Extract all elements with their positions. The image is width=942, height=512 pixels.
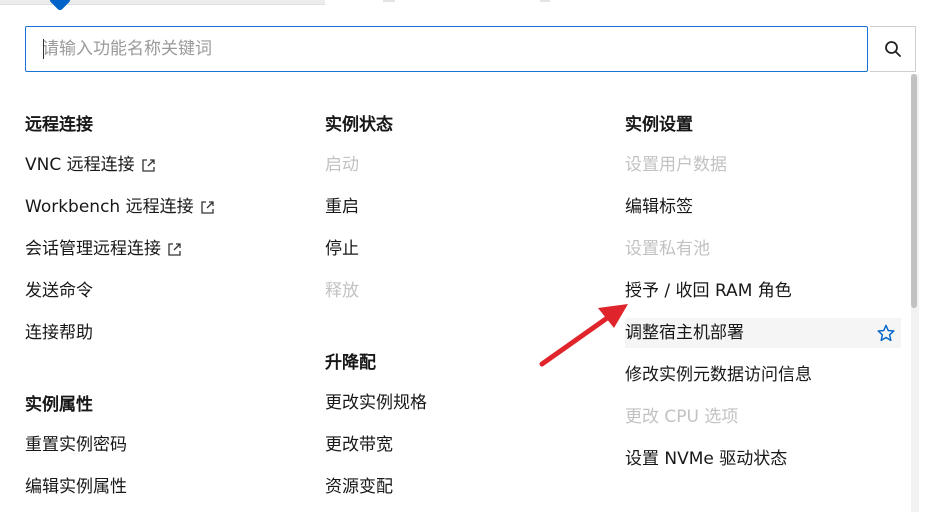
external-link-icon — [168, 243, 181, 256]
text-cursor — [43, 39, 44, 59]
menu-item-restart[interactable]: 重启 — [325, 192, 359, 222]
top-divider — [383, 0, 395, 2]
group-heading-upgrade-downgrade: 升降配 — [325, 353, 376, 373]
search-bar — [25, 26, 916, 72]
annotation-arrow — [539, 304, 628, 367]
group-heading-instance-state: 实例状态 — [325, 115, 393, 135]
menu-item-ram-role[interactable]: 授予 / 收回 RAM 角色 — [625, 276, 792, 306]
search-input[interactable] — [25, 26, 868, 72]
menu-item-edit-tags[interactable]: 编辑标签 — [625, 192, 693, 222]
menu-item-send-command[interactable]: 发送命令 — [25, 276, 93, 306]
menu-item-change-bandwidth[interactable]: 更改带宽 — [325, 430, 393, 460]
group-heading-instance-properties: 实例属性 — [25, 395, 93, 415]
menu-item-connect-help[interactable]: 连接帮助 — [25, 318, 93, 348]
menu-item-nvme-driver[interactable]: 设置 NVMe 驱动状态 — [625, 444, 787, 474]
menu-item-modify-metadata-access[interactable]: 修改实例元数据访问信息 — [625, 360, 812, 390]
menu-item-change-spec[interactable]: 更改实例规格 — [325, 388, 427, 418]
menu-item-workbench[interactable]: Workbench 远程连接 — [25, 192, 215, 222]
group-heading-remote-connect: 远程连接 — [25, 115, 93, 135]
menu-item-resource-change[interactable]: 资源变配 — [325, 472, 393, 502]
search-button[interactable] — [870, 26, 916, 72]
group-heading-instance-settings: 实例设置 — [625, 115, 693, 135]
menu-item-vnc[interactable]: VNC 远程连接 — [25, 150, 156, 180]
menu-item-stop[interactable]: 停止 — [325, 234, 359, 264]
menu-item-start: 启动 — [325, 155, 359, 175]
scrollbar-thumb[interactable] — [911, 74, 917, 308]
star-outline-icon[interactable] — [877, 324, 895, 342]
menu-item-label: VNC 远程连接 — [25, 155, 135, 175]
menu-item-label: 调整宿主机部署 — [625, 323, 744, 343]
menu-item-edit-properties[interactable]: 编辑实例属性 — [25, 472, 127, 502]
menu-item-label: 会话管理远程连接 — [25, 239, 161, 259]
menu-item-change-cpu-options: 更改 CPU 选项 — [625, 407, 739, 427]
menu-item-set-private-pool: 设置私有池 — [625, 239, 710, 259]
menu-item-reset-password[interactable]: 重置实例密码 — [25, 430, 127, 460]
menu-item-release: 释放 — [325, 281, 359, 301]
top-divider — [540, 0, 550, 2]
menu-item-session-manager[interactable]: 会话管理远程连接 — [25, 234, 182, 264]
menu-item-set-user-data: 设置用户数据 — [625, 155, 727, 175]
dropdown-caret-pointer — [48, 0, 72, 12]
external-link-icon — [141, 159, 155, 172]
external-link-icon — [200, 201, 214, 214]
menu-item-adjust-host-deployment[interactable]: 调整宿主机部署 — [625, 318, 901, 348]
menu-item-label: Workbench 远程连接 — [25, 197, 194, 217]
search-icon — [884, 41, 901, 57]
